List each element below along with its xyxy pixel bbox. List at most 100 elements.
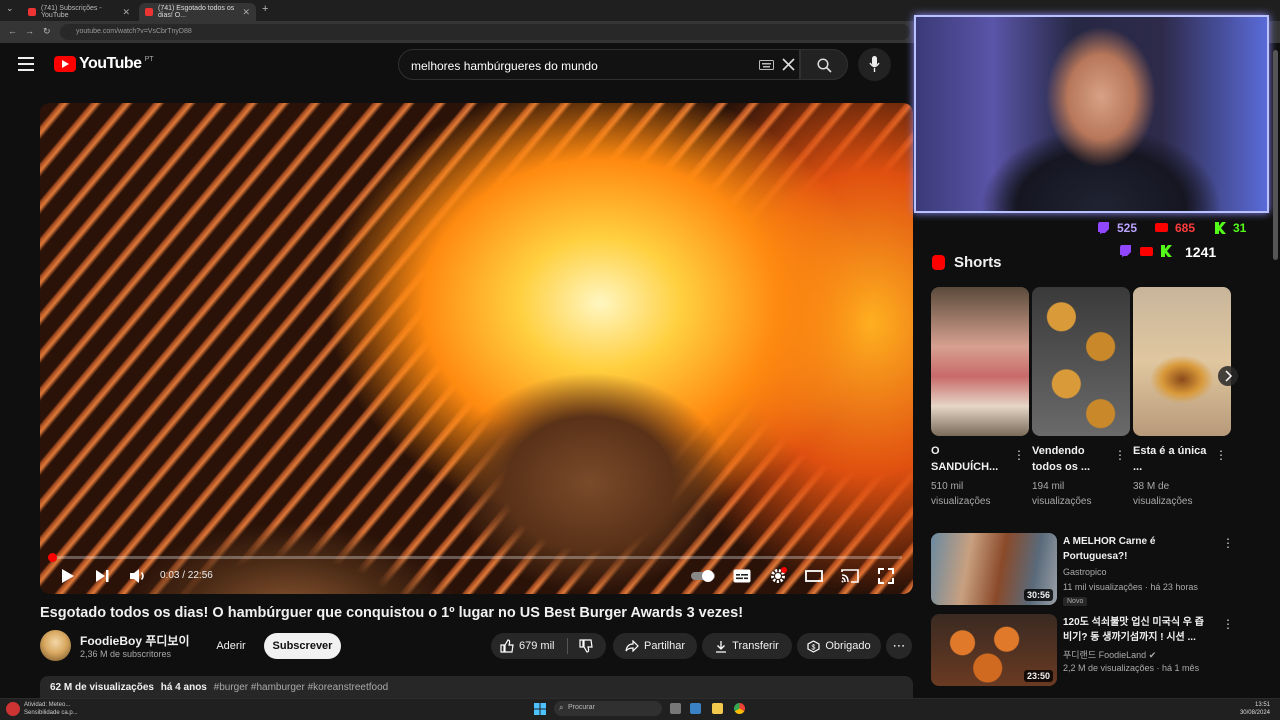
recommended-title[interactable]: 120도 석쇠불맛 업신 미국식 우 즙비기? 동 생까기섬까지 ! 시션 ..… (1063, 615, 1213, 645)
clear-search-icon[interactable] (782, 58, 795, 71)
back-icon[interactable]: ← (8, 26, 17, 36)
subscribe-button[interactable]: Subscrever (264, 633, 341, 659)
view-count: 62 M de visualizações (50, 682, 154, 693)
chrome-icon[interactable] (734, 703, 745, 714)
recommended-meta: 2,2 M de visualizações · há 1 mês (1063, 663, 1200, 673)
fullscreen-icon[interactable] (876, 566, 896, 586)
thanks-label: Obrigado (825, 640, 871, 652)
recommended-channel[interactable]: 푸디랜드 FoodieLand ✔ (1063, 648, 1156, 661)
shorts-heading: Shorts (954, 254, 1002, 271)
super-thanks-icon: $ (807, 639, 820, 653)
youtube-favicon-icon (145, 8, 153, 16)
short-title[interactable]: Esta é a única ... (1133, 443, 1211, 475)
address-field[interactable]: youtube.com/watch?v=VsCbrTnyD88 (60, 24, 910, 40)
cast-icon[interactable] (840, 566, 860, 586)
upload-age: há 4 anos (160, 682, 207, 693)
clock-time: 13:51 (1254, 702, 1270, 708)
short-thumbnail[interactable] (1032, 287, 1130, 436)
short-title[interactable]: Vendendo todos os ... (1032, 443, 1110, 475)
short-title[interactable]: O SANDUÍCH... (931, 443, 1009, 475)
hamburger-menu-icon[interactable] (18, 57, 34, 71)
recommended-menu-icon[interactable]: ⋮ (1222, 617, 1234, 631)
voice-search-button[interactable] (858, 48, 891, 81)
short-views: 194 mil visualizações (1032, 481, 1092, 507)
share-icon (625, 640, 639, 652)
download-icon (716, 640, 727, 653)
search-button[interactable] (800, 49, 848, 80)
subtitles-icon[interactable] (732, 566, 752, 586)
download-button[interactable]: Transferir (702, 633, 792, 659)
recommended-channel[interactable]: Gastropico (1063, 567, 1107, 577)
taskbar-clock[interactable]: 13:51 30/08/2024 (1240, 701, 1270, 717)
short-menu-icon[interactable]: ⋮ (1013, 448, 1025, 462)
thumbs-up-icon[interactable] (500, 639, 514, 653)
short-thumbnail[interactable] (931, 287, 1029, 436)
youtube-favicon-icon (28, 8, 36, 16)
tab-list-icon[interactable]: ⌄ (6, 3, 14, 14)
recommended-thumbnail[interactable]: 23:50 (931, 614, 1057, 686)
video-duration: 23:50 (1023, 670, 1053, 682)
hashtags[interactable]: #burger #hamburger #koreanstreetfood (214, 682, 389, 693)
more-actions-icon[interactable]: ⋯ (886, 633, 912, 659)
shorts-next-chevron-icon[interactable] (1217, 365, 1239, 387)
share-button[interactable]: Partilhar (613, 633, 697, 659)
shorts-icon (932, 255, 945, 270)
join-button[interactable]: Aderir (206, 633, 256, 659)
youtube-wordmark: YouTube (79, 55, 142, 72)
edge-browser-icon[interactable] (690, 703, 701, 714)
play-icon[interactable] (57, 566, 77, 586)
task-view-icon[interactable] (670, 703, 681, 714)
tab-current-video[interactable]: (741) Esgotado todos os dias! O... ✕ (139, 3, 256, 21)
weather-icon[interactable] (6, 702, 20, 716)
video-duration: 30:56 (1023, 589, 1053, 601)
video-title: Esgotado todos os dias! O hambúrguer que… (40, 605, 744, 621)
next-icon[interactable] (92, 566, 112, 586)
progress-scrubber[interactable] (48, 553, 57, 562)
new-tab-button[interactable]: + (262, 3, 268, 15)
progress-bar[interactable] (50, 556, 902, 559)
close-tab-icon[interactable]: ✕ (242, 7, 250, 18)
tab-label: (741) Subscrições - YouTube (41, 5, 102, 19)
search-icon: ⌕ (559, 703, 564, 712)
like-count[interactable]: 679 mil (519, 640, 554, 652)
like-divider (567, 638, 569, 654)
reload-icon[interactable]: ↻ (43, 26, 51, 37)
download-label: Transferir (732, 640, 779, 652)
channel-name[interactable]: FoodieBoy 푸디보이 (80, 632, 190, 649)
description-box[interactable]: 62 M de visualizações há 4 anos #burger … (40, 676, 913, 698)
taskbar-search-input[interactable]: ⌕ Procurar (554, 701, 662, 716)
short-menu-icon[interactable]: ⋮ (1215, 448, 1227, 462)
forward-icon[interactable]: → (25, 26, 34, 36)
theater-mode-icon[interactable] (804, 566, 824, 586)
total-viewers: 1241 (1185, 244, 1217, 260)
close-tab-icon[interactable]: ✕ (122, 7, 130, 18)
twitch-icon (1120, 245, 1131, 257)
recommended-title[interactable]: A MELHOR Carne é Portuguesa?! (1063, 534, 1213, 564)
search-input[interactable]: melhores hambúrgueres do mundo (398, 49, 800, 80)
short-views: 510 mil visualizações (931, 481, 991, 507)
verified-check-icon: ✔ (1148, 650, 1157, 660)
like-dislike-group: 679 mil (491, 633, 606, 659)
taskbar-notification[interactable]: Atividad: Meteo... Sensibilidade ca.p... (24, 701, 84, 717)
twitch-icon (1098, 222, 1109, 234)
recommended-thumbnail[interactable]: 30:56 (931, 533, 1057, 605)
page-scrollbar[interactable] (1273, 50, 1278, 260)
windows-start-icon[interactable] (534, 703, 546, 715)
thanks-button[interactable]: $ Obrigado (797, 633, 881, 659)
youtube-stat-icon (1140, 247, 1153, 256)
tab-subscriptions[interactable]: (741) Subscrições - YouTube ✕ (22, 3, 136, 21)
file-explorer-icon[interactable] (712, 703, 723, 714)
thumbs-down-icon[interactable] (579, 639, 594, 653)
youtube-logo[interactable]: YouTube PT (54, 55, 154, 73)
channel-avatar[interactable] (40, 630, 71, 661)
settings-gear-icon[interactable] (768, 566, 788, 586)
recommended-menu-icon[interactable]: ⋮ (1222, 536, 1234, 550)
keyboard-icon[interactable] (759, 60, 774, 70)
new-badge: Novo (1063, 597, 1088, 606)
video-player[interactable]: 0:03 / 22:56 (40, 103, 913, 594)
channel-name: 푸디랜드 FoodieLand (1063, 650, 1147, 660)
autoplay-toggle-icon[interactable] (690, 566, 718, 586)
volume-icon[interactable] (128, 566, 148, 586)
short-thumbnail[interactable] (1133, 287, 1231, 436)
short-menu-icon[interactable]: ⋮ (1114, 448, 1126, 462)
